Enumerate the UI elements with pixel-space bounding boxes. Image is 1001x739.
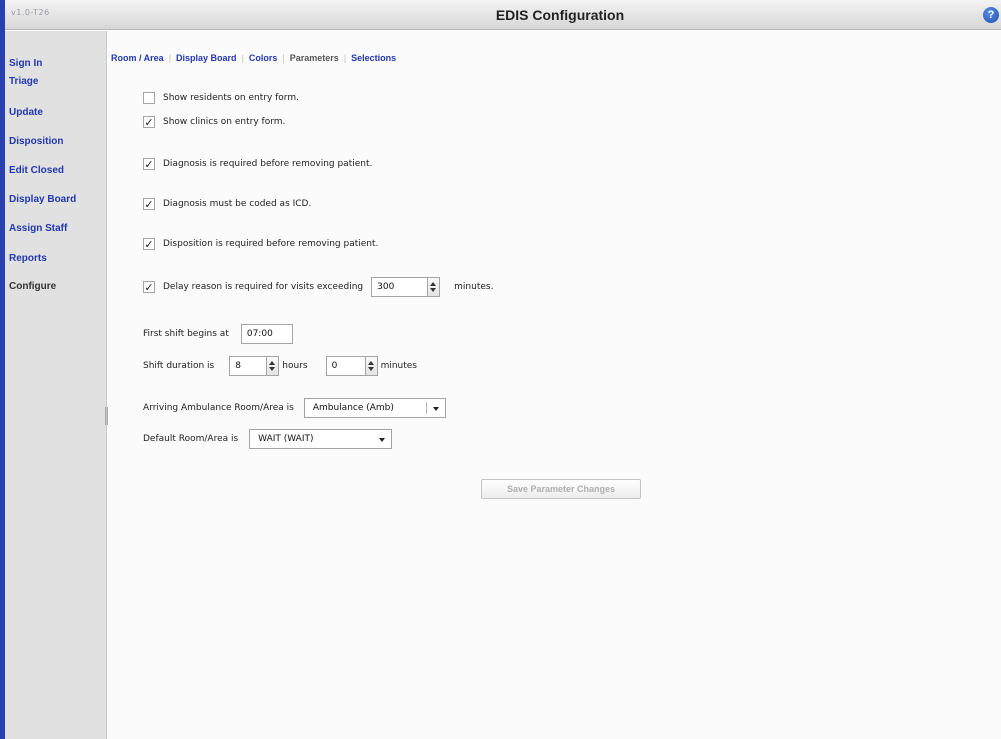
sidebar-item-edit-closed[interactable]: Edit Closed — [9, 165, 64, 176]
show-clinics-label: Show clinics on entry form. — [163, 117, 286, 127]
show-residents-row: Show residents on entry form. — [143, 92, 299, 104]
first-shift-row: First shift begins at 07:00 — [143, 324, 293, 344]
sidebar-item-disposition[interactable]: Disposition — [9, 136, 63, 147]
tab-parameters[interactable]: Parameters — [290, 53, 339, 63]
shift-hours-input[interactable]: 8 — [229, 356, 268, 376]
show-clinics-checkbox[interactable]: ✓ — [143, 116, 155, 128]
shift-hours-spinner[interactable] — [267, 356, 280, 376]
diagnosis-icd-checkbox[interactable]: ✓ — [143, 198, 155, 210]
diagnosis-icd-label: Diagnosis must be coded as ICD. — [163, 199, 312, 209]
show-residents-checkbox[interactable] — [143, 92, 155, 104]
first-shift-label: First shift begins at — [143, 329, 229, 339]
show-residents-label: Show residents on entry form. — [163, 93, 299, 103]
show-clinics-row: ✓ Show clinics on entry form. — [143, 116, 285, 128]
shift-duration-label: Shift duration is — [143, 361, 215, 371]
delay-reason-row: ✓ Delay reason is required for visits ex… — [143, 277, 493, 297]
default-area-label: Default Room/Area is — [143, 434, 239, 444]
diagnosis-required-row: ✓ Diagnosis is required before removing … — [143, 158, 372, 170]
shift-duration-row: Shift duration is 8 hours 0 minutes — [143, 356, 417, 376]
chevron-down-icon — [379, 438, 386, 442]
ambulance-area-label: Arriving Ambulance Room/Area is — [143, 403, 294, 413]
ambulance-area-select[interactable]: Ambulance (Amb) — [303, 398, 446, 418]
diagnosis-icd-row: ✓ Diagnosis must be coded as ICD. — [143, 198, 311, 210]
delay-minutes-spinner[interactable] — [428, 277, 441, 297]
sidebar-item-update[interactable]: Update — [9, 107, 43, 118]
tab-selections[interactable]: Selections — [351, 53, 396, 63]
default-area-row: Default Room/Area is WAIT (WAIT) — [143, 429, 393, 449]
first-shift-input[interactable]: 07:00 — [240, 324, 293, 344]
tab-colors[interactable]: Colors — [249, 53, 278, 63]
ambulance-area-value: Ambulance (Amb) — [312, 403, 394, 413]
ambulance-area-row: Arriving Ambulance Room/Area is Ambulanc… — [143, 398, 446, 418]
sidebar: Sign In Triage Update Disposition Edit C… — [5, 31, 108, 739]
version-label: v1.0-T26 — [11, 8, 50, 17]
tab-room-area[interactable]: Room / Area — [111, 53, 164, 63]
shift-hours-unit: hours — [282, 361, 308, 371]
delay-minutes-unit: minutes. — [454, 282, 494, 292]
diagnosis-required-label: Diagnosis is required before removing pa… — [163, 159, 373, 169]
shift-minutes-unit: minutes — [380, 361, 417, 371]
delay-reason-checkbox[interactable]: ✓ — [143, 281, 155, 293]
delay-reason-label: Delay reason is required for visits exce… — [163, 282, 364, 292]
disposition-required-label: Disposition is required before removing … — [163, 239, 379, 249]
save-parameter-changes-button[interactable]: Save Parameter Changes — [481, 479, 641, 499]
tab-bar: Room / Area | Display Board | Colors | Paramet… — [111, 53, 396, 63]
app-title: EDIS Configuration — [495, 7, 625, 23]
delay-minutes-input[interactable]: 300 — [371, 277, 429, 297]
main-panel: Room / Area | Display Board | Colors | Paramet… — [108, 31, 1001, 739]
sidebar-item-assign-staff[interactable]: Assign Staff — [9, 223, 67, 234]
tab-separator: | — [241, 53, 244, 63]
tab-display-board[interactable]: Display Board — [176, 53, 237, 63]
disposition-required-checkbox[interactable]: ✓ — [143, 238, 155, 250]
help-icon[interactable]: ? — [983, 7, 999, 23]
sidebar-item-configure[interactable]: Configure — [9, 281, 56, 292]
default-area-value: WAIT (WAIT) — [258, 434, 314, 444]
chevron-down-icon — [432, 407, 439, 411]
shift-minutes-spinner[interactable] — [365, 356, 378, 376]
default-area-select[interactable]: WAIT (WAIT) — [249, 429, 393, 449]
shift-minutes-input[interactable]: 0 — [325, 356, 366, 376]
tab-separator: | — [282, 53, 285, 63]
select-divider — [425, 402, 427, 414]
tab-separator: | — [168, 53, 172, 63]
disposition-required-row: ✓ Disposition is required before removin… — [143, 238, 378, 250]
sidebar-item-triage[interactable]: Triage — [9, 76, 38, 87]
diagnosis-required-checkbox[interactable]: ✓ — [143, 158, 155, 170]
sidebar-item-reports[interactable]: Reports — [9, 253, 47, 264]
sidebar-item-sign-in[interactable]: Sign In — [9, 58, 42, 69]
sidebar-item-display-board[interactable]: Display Board — [9, 194, 76, 205]
title-bar: v1.0-T26 EDIS Configuration ? — [5, 0, 1001, 30]
tab-separator: | — [343, 53, 347, 63]
